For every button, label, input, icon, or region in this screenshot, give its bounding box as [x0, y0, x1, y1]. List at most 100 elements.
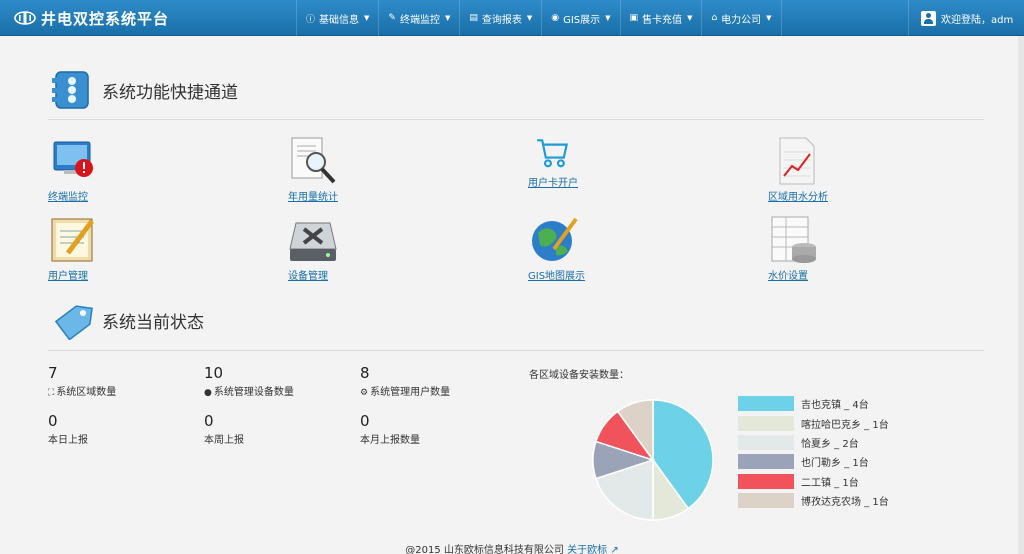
- caret-down-icon: ▼: [364, 14, 370, 22]
- quick-link-label: 区域用水分析: [768, 192, 828, 203]
- legend-item[interactable]: 也门勒乡 _ 1台: [738, 452, 889, 471]
- stat-daily-report: 0 本日上报: [48, 412, 88, 446]
- legend-label: 恰夏乡 _ 2台: [801, 438, 859, 450]
- quick-link-water-price[interactable]: 水价设置: [768, 215, 818, 282]
- info-icon: ⓘ: [306, 14, 316, 25]
- stat-label: 系统管理用户数量: [370, 387, 451, 398]
- caret-down-icon: ▼: [526, 14, 533, 22]
- nav-label: 电力公司: [721, 14, 762, 26]
- quick-link-label: 终端监控: [48, 192, 88, 203]
- logo-icon: [14, 11, 36, 25]
- about-link[interactable]: 关于欧标 ↗: [567, 545, 619, 554]
- nav-terminal-monitor[interactable]: ✎ 终端监控 ▼: [378, 0, 459, 36]
- caret-down-icon: ▼: [605, 14, 611, 22]
- nav-label: GIS展示: [563, 14, 601, 26]
- vertical-scrollbar[interactable]: [1018, 36, 1024, 554]
- divider: [48, 119, 984, 120]
- legend-item[interactable]: 博孜达克农场 _ 1台: [738, 491, 889, 510]
- legend-item[interactable]: 吉也克镇 _ 4台: [738, 394, 889, 413]
- footer: @2015 山东欧标信息科技有限公司 关于欧标 ↗: [0, 541, 1024, 554]
- home-icon: ⌂: [711, 13, 718, 23]
- quick-link-label: 用户管理: [48, 271, 88, 282]
- section-title: 系统功能快捷通道: [102, 82, 238, 103]
- stat-label: 本日上报: [48, 435, 88, 446]
- pie-chart: [592, 399, 714, 521]
- quick-link-card-open[interactable]: 用户卡开户: [528, 136, 578, 189]
- nav-label: 基础信息: [319, 14, 360, 26]
- legend-item[interactable]: 喀拉哈巴克乡 _ 1台: [738, 413, 889, 432]
- stat-value: 0: [204, 412, 214, 430]
- nav-card-recharge[interactable]: ▣ 售卡充值 ▼: [619, 0, 702, 36]
- nav-basic-info[interactable]: ⓘ 基础信息 ▼: [296, 0, 378, 36]
- report-icon: ▤: [469, 13, 478, 23]
- legend-swatch: [738, 415, 794, 431]
- stat-value: 7: [48, 364, 58, 382]
- nav-power-company[interactable]: ⌂ 电力公司 ▼: [701, 0, 782, 36]
- quick-link-label: 设备管理: [288, 271, 328, 282]
- nav-gis[interactable]: ◉ GIS展示 ▼: [541, 0, 619, 36]
- legend-label: 也门勒乡 _ 1台: [801, 458, 869, 470]
- magnifier-document-icon: [291, 137, 336, 184]
- notebook-pencil-icon: [51, 218, 94, 262]
- globe-pencil-icon: [532, 217, 578, 261]
- card-icon: ▣: [629, 13, 639, 23]
- divider: [48, 350, 984, 351]
- stat-value: 10: [204, 364, 224, 382]
- quick-link-label: GIS地图展示: [528, 271, 586, 282]
- quick-link-label: 水价设置: [768, 271, 808, 282]
- nav-label: 终端监控: [399, 14, 440, 26]
- quick-link-gis-map[interactable]: GIS地图展示: [528, 215, 585, 282]
- chart-legend: 吉也克镇 _ 4台喀拉哈巴克乡 _ 1台 恰夏乡 _ 2台 也门勒乡 _ 1台二工镇…: [738, 394, 889, 510]
- quick-link-label: 年用量统计: [288, 192, 338, 203]
- shopping-cart-icon: [537, 139, 569, 168]
- stat-label: 本月上报数量: [360, 435, 420, 446]
- stat-label: 系统区域数量: [56, 387, 117, 398]
- quick-link-annual-usage[interactable]: 年用量统计: [288, 136, 338, 203]
- quick-link-device-management[interactable]: 设备管理: [288, 215, 338, 282]
- device-tools-icon: [289, 222, 337, 261]
- external-link-icon: ↗: [610, 545, 619, 554]
- caret-down-icon: ▼: [766, 14, 772, 22]
- app-title: 井电双控系统平台: [41, 9, 170, 28]
- quick-link-user-management[interactable]: 用户管理: [48, 215, 98, 282]
- stat-device-count: 10 ● 系统管理设备数量: [204, 364, 294, 398]
- database-table-icon: [771, 216, 816, 263]
- legend-swatch: [738, 396, 794, 412]
- legend-swatch: [738, 454, 794, 470]
- nav-query-report[interactable]: ▤ 查询报表 ▼: [459, 0, 541, 36]
- legend-label: 博孜达克农场 _ 1台: [801, 497, 889, 509]
- stat-weekly-report: 0 本周上报: [204, 412, 244, 446]
- monitor-icon: ✎: [388, 13, 396, 23]
- stat-region-count: 7 ⛶ 系统区域数量: [48, 364, 116, 398]
- brand[interactable]: 井电双控系统平台: [14, 0, 169, 36]
- stat-label: 系统管理设备数量: [213, 387, 294, 398]
- caret-down-icon: ▼: [444, 14, 451, 22]
- gears-icon: ⚙: [360, 388, 369, 398]
- chart-document-icon: [779, 137, 815, 185]
- terminal-monitor-icon: [53, 141, 93, 177]
- legend-swatch: [738, 434, 794, 450]
- quick-link-region-analysis[interactable]: 区域用水分析: [768, 136, 828, 203]
- tag-icon: [54, 305, 93, 340]
- quick-link-label: 用户卡开户: [528, 178, 578, 189]
- legend-swatch: [738, 493, 794, 509]
- legend-swatch: [738, 473, 794, 489]
- stat-value: 8: [360, 364, 370, 382]
- eye-icon: ◉: [551, 13, 560, 23]
- section-title: 系统当前状态: [102, 312, 204, 333]
- legend-item[interactable]: 二工镇 _ 1台: [738, 472, 889, 491]
- main-menu: ⓘ 基础信息 ▼ ✎ 终端监控 ▼ ▤ 查询报表 ▼ ◉ GIS展示 ▼ ▣ 售…: [296, 0, 782, 36]
- status-section-header: 系统当前状态: [52, 300, 204, 340]
- nav-label: 查询报表: [481, 14, 522, 26]
- nav-label: 售卡充值: [642, 14, 683, 26]
- legend-item[interactable]: 恰夏乡 _ 2台: [738, 433, 889, 452]
- stat-value: 0: [360, 412, 370, 430]
- copyright-text: @2015 山东欧标信息科技有限公司: [405, 545, 564, 554]
- quick-link-terminal-monitor[interactable]: 终端监控: [48, 136, 98, 203]
- stat-user-count: 8 ⚙ 系统管理用户数量: [360, 364, 450, 398]
- legend-label: 喀拉哈巴克乡 _ 1台: [801, 419, 889, 431]
- quick-section-header: 系统功能快捷通道: [52, 70, 238, 110]
- chart-title: 各区域设备安装数量：: [529, 370, 629, 381]
- stat-value: 0: [48, 412, 58, 430]
- user-menu[interactable]: 欢迎登陆，adm: [908, 0, 1024, 36]
